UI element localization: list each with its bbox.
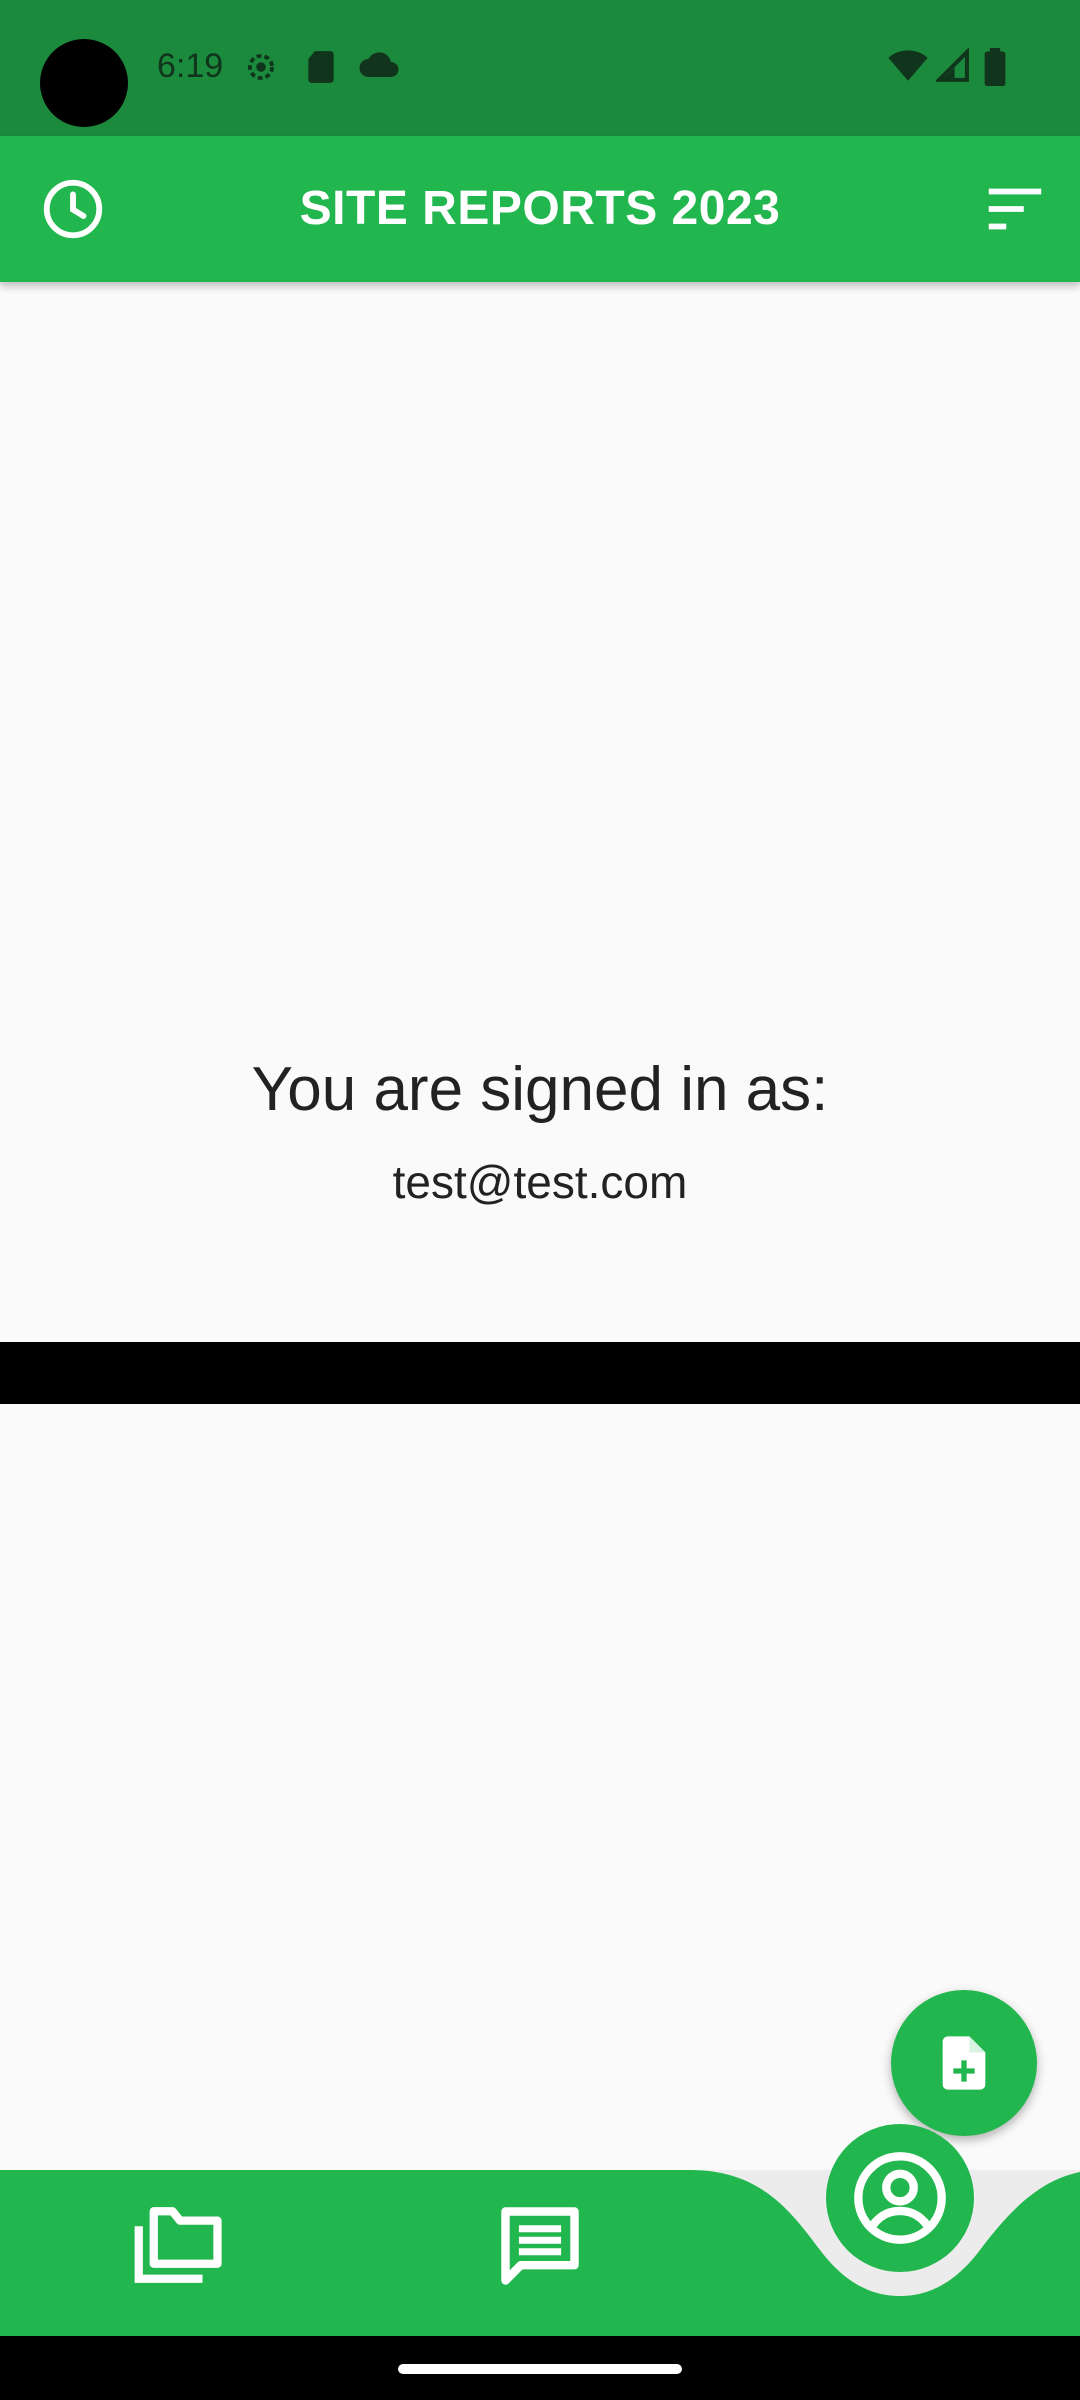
camera-cutout	[40, 39, 128, 127]
user-email: test@test.com	[392, 1156, 688, 1208]
nav-profile-button[interactable]	[826, 2124, 974, 2272]
status-bar: 6:19	[0, 0, 1080, 136]
settings-gear-icon	[242, 48, 280, 91]
nav-folders-button[interactable]	[130, 2200, 230, 2295]
battery-icon	[984, 48, 1006, 91]
nav-messages-button[interactable]	[494, 2200, 586, 2297]
status-time: 6:19	[157, 47, 224, 85]
sd-card-icon	[304, 48, 338, 91]
app-bar: SITE REPORTS 2023	[0, 136, 1080, 282]
gesture-nav-area	[0, 2336, 1080, 2400]
message-icon	[494, 2207, 586, 2296]
home-gesture-handle[interactable]	[398, 2364, 682, 2374]
signed-in-label: You are signed in as:	[251, 1055, 829, 1124]
wifi-icon	[888, 48, 928, 89]
folders-icon	[130, 2207, 230, 2294]
add-report-button[interactable]	[891, 1990, 1037, 2136]
page-title: SITE REPORTS 2023	[299, 182, 781, 235]
sort-filter-icon[interactable]	[980, 174, 1050, 244]
cloud-icon	[358, 48, 400, 87]
divider-band	[0, 1342, 1080, 1404]
signal-icon	[934, 47, 970, 89]
